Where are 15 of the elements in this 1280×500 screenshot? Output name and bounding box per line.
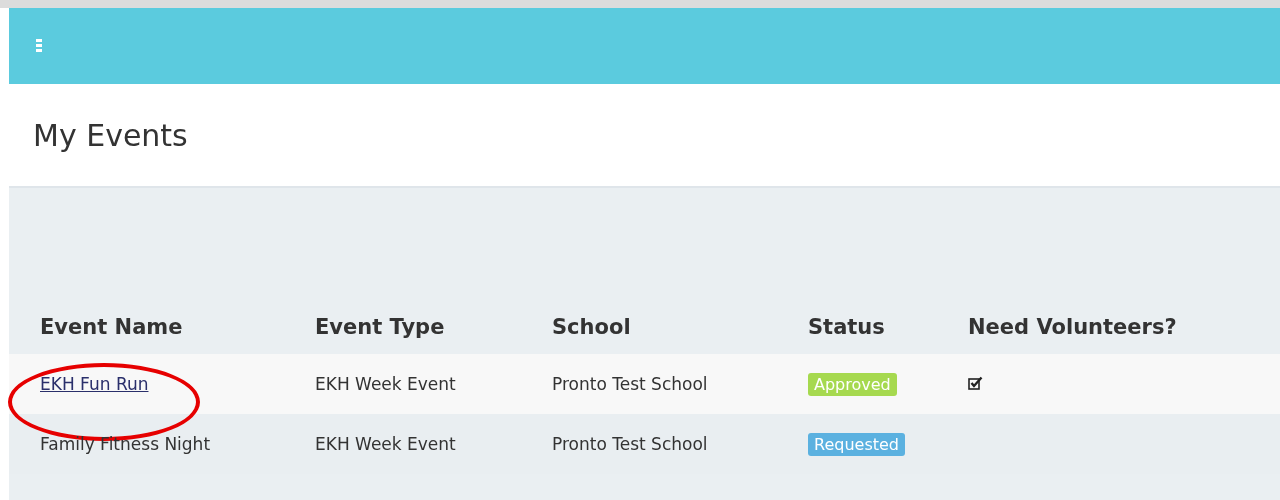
event-name: Family Fitness Night (40, 434, 211, 454)
column-header: Status (808, 314, 885, 339)
status-badge: Requested (808, 433, 905, 456)
column-header: Need Volunteers? (968, 314, 1177, 339)
status-badge: Approved (808, 373, 897, 396)
event-type: EKH Week Event (315, 374, 456, 394)
menu-icon[interactable] (36, 39, 42, 53)
event-type: EKH Week Event (315, 434, 456, 454)
page-title: My Events (33, 117, 188, 153)
column-header: Event Type (315, 314, 445, 339)
school-name: Pronto Test School (552, 374, 708, 394)
school-name: Pronto Test School (552, 434, 708, 454)
event-link[interactable]: EKH Fun Run (40, 374, 149, 394)
column-header: School (552, 314, 631, 339)
column-header: Event Name (40, 314, 183, 339)
